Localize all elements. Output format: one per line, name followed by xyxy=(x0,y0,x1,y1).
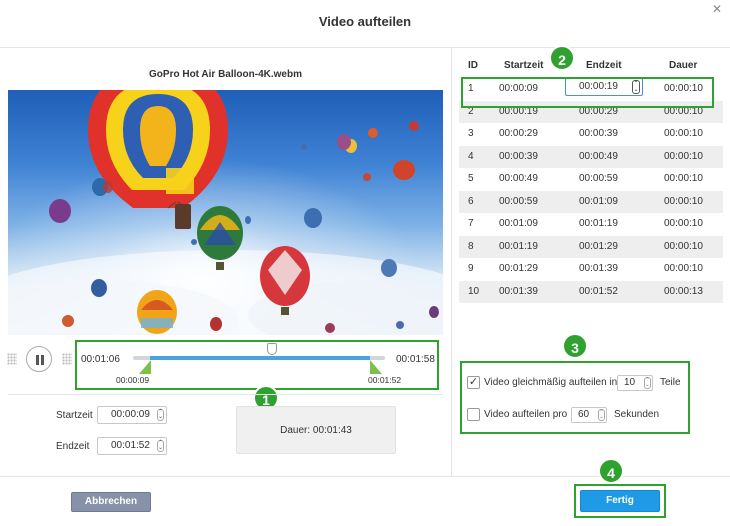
cell-end: 00:01:52 xyxy=(579,285,618,297)
table-row[interactable]: 10 00:01:39 00:01:52 00:00:13 xyxy=(459,280,723,303)
drag-grip-left[interactable] xyxy=(7,353,17,365)
header-end: Endzeit xyxy=(586,60,622,71)
equal-parts-value: 10 xyxy=(624,377,636,388)
cell-id: 8 xyxy=(468,240,474,252)
cell-duration: 00:00:10 xyxy=(664,128,703,139)
table-row[interactable]: 8 00:01:19 00:01:29 00:00:10 xyxy=(459,235,723,258)
cell-end: 00:01:39 xyxy=(579,263,618,274)
split-video-dialog: Video aufteilen ✕ GoPro Hot Air Balloon-… xyxy=(0,0,730,526)
cell-id: 9 xyxy=(468,263,474,274)
equal-parts-input[interactable]: 10 ⌃ ⌄ xyxy=(617,375,653,391)
total-time: 00:01:58 xyxy=(396,354,435,365)
cell-start: 00:00:39 xyxy=(499,150,538,162)
cell-end: 00:00:49 xyxy=(579,150,618,162)
end-time-label: Endzeit xyxy=(56,441,90,452)
spinner-arrows-icon[interactable]: ⌃ ⌄ xyxy=(157,440,164,452)
cell-id: 7 xyxy=(468,218,474,229)
table-row[interactable]: 5 00:00:49 00:00:59 00:00:10 xyxy=(459,168,723,191)
table-row[interactable]: 7 00:01:09 00:01:19 00:00:10 xyxy=(459,213,723,236)
range-end-time: 00:01:52 xyxy=(368,375,402,385)
range-start-marker[interactable] xyxy=(139,360,151,374)
table-row[interactable]: 3 00:00:29 00:00:39 00:00:10 xyxy=(459,123,723,146)
dialog-title: Video aufteilen xyxy=(318,14,412,29)
header-duration: Dauer xyxy=(669,60,698,71)
range-end-marker[interactable] xyxy=(370,360,382,374)
spinner-arrows-icon[interactable]: ⌃ ⌄ xyxy=(598,409,605,421)
end-time-value: 00:01:52 xyxy=(111,440,150,451)
cancel-button[interactable]: Abbrechen xyxy=(71,492,151,512)
cell-start: 00:00:49 xyxy=(499,173,538,184)
per-seconds-checkbox[interactable] xyxy=(467,408,480,421)
cell-id: 10 xyxy=(468,285,480,297)
equal-split-label: Video gleichmäßig aufteilen in xyxy=(484,377,618,388)
cell-end: 00:01:19 xyxy=(579,218,618,229)
duration-display: Dauer: 00:01:43 xyxy=(236,406,396,454)
checkmark-icon: ✓ xyxy=(468,376,479,388)
table-header: ID Startzeit Endzeit Dauer xyxy=(459,60,723,78)
cell-start: 00:01:09 xyxy=(499,218,538,229)
cell-start: 00:01:29 xyxy=(499,263,538,274)
done-button[interactable]: Fertig xyxy=(580,490,660,512)
current-time: 00:01:06 xyxy=(81,354,120,365)
cell-end: 00:01:29 xyxy=(579,240,618,252)
cell-duration: 00:00:10 xyxy=(664,218,703,229)
cell-id: 3 xyxy=(468,128,474,139)
start-time-value: 00:00:09 xyxy=(111,409,150,420)
end-time-input[interactable]: 00:01:52 ⌃ ⌄ xyxy=(97,437,167,455)
cell-duration: 00:00:13 xyxy=(664,285,703,297)
playhead-handle[interactable] xyxy=(267,343,277,355)
cell-start: 00:01:39 xyxy=(499,285,538,297)
cell-start: 00:01:19 xyxy=(499,240,538,252)
per-seconds-label: Video aufteilen pro xyxy=(484,409,568,420)
start-time-input[interactable]: 00:00:09 ⌃ ⌄ xyxy=(97,406,167,424)
cell-duration: 00:00:10 xyxy=(664,173,703,184)
close-icon[interactable]: ✕ xyxy=(712,2,722,16)
cell-duration: 00:00:10 xyxy=(664,240,703,252)
cell-duration: 00:00:10 xyxy=(664,195,703,207)
drag-grip-right[interactable] xyxy=(62,353,72,365)
per-seconds-value: 60 xyxy=(578,409,590,420)
equal-split-checkbox[interactable]: ✓ xyxy=(467,376,480,389)
callout-badge-2: 2 xyxy=(549,45,575,71)
callout-badge-4: 4 xyxy=(598,458,624,484)
header-start: Startzeit xyxy=(504,60,544,71)
table-row[interactable]: 9 00:01:29 00:01:39 00:00:10 xyxy=(459,258,723,281)
spinner-arrows-icon[interactable]: ⌃ ⌄ xyxy=(644,377,651,389)
table-row[interactable]: 4 00:00:39 00:00:49 00:00:10 xyxy=(459,145,723,168)
cell-start: 00:00:59 xyxy=(499,195,538,207)
duration-value: 00:01:43 xyxy=(312,425,352,436)
controls-divider xyxy=(8,394,443,395)
header-divider xyxy=(0,47,730,48)
per-seconds-unit: Sekunden xyxy=(614,409,660,420)
cell-duration: 00:00:10 xyxy=(664,150,703,162)
cell-id: 4 xyxy=(468,150,474,162)
video-filename: GoPro Hot Air Balloon-4K.webm xyxy=(149,69,302,80)
cell-end: 00:00:59 xyxy=(579,173,618,184)
callout-badge-3: 3 xyxy=(562,333,588,359)
header-id: ID xyxy=(468,60,478,71)
equal-parts-unit: Teile xyxy=(660,377,681,388)
cell-id: 6 xyxy=(468,195,474,207)
panel-divider xyxy=(451,48,452,476)
range-start-time: 00:00:09 xyxy=(116,375,150,385)
duration-label: Dauer: xyxy=(280,425,311,436)
highlight-split-options xyxy=(460,361,690,434)
start-time-label: Startzeit xyxy=(56,410,93,421)
pause-button[interactable] xyxy=(26,346,52,372)
timeline-selection xyxy=(150,356,370,360)
cell-end: 00:01:09 xyxy=(579,195,618,207)
cell-start: 00:00:29 xyxy=(499,128,538,139)
cell-id: 5 xyxy=(468,173,474,184)
table-row[interactable]: 6 00:00:59 00:01:09 00:00:10 xyxy=(459,190,723,213)
balloon-scene-image xyxy=(8,90,443,335)
spinner-arrows-icon[interactable]: ⌃ ⌄ xyxy=(157,409,164,421)
highlight-first-row xyxy=(461,77,714,108)
cell-end: 00:00:39 xyxy=(579,128,618,139)
per-seconds-input[interactable]: 60 ⌃ ⌄ xyxy=(571,407,607,423)
cell-duration: 00:00:10 xyxy=(664,263,703,274)
video-preview[interactable] xyxy=(8,90,443,335)
